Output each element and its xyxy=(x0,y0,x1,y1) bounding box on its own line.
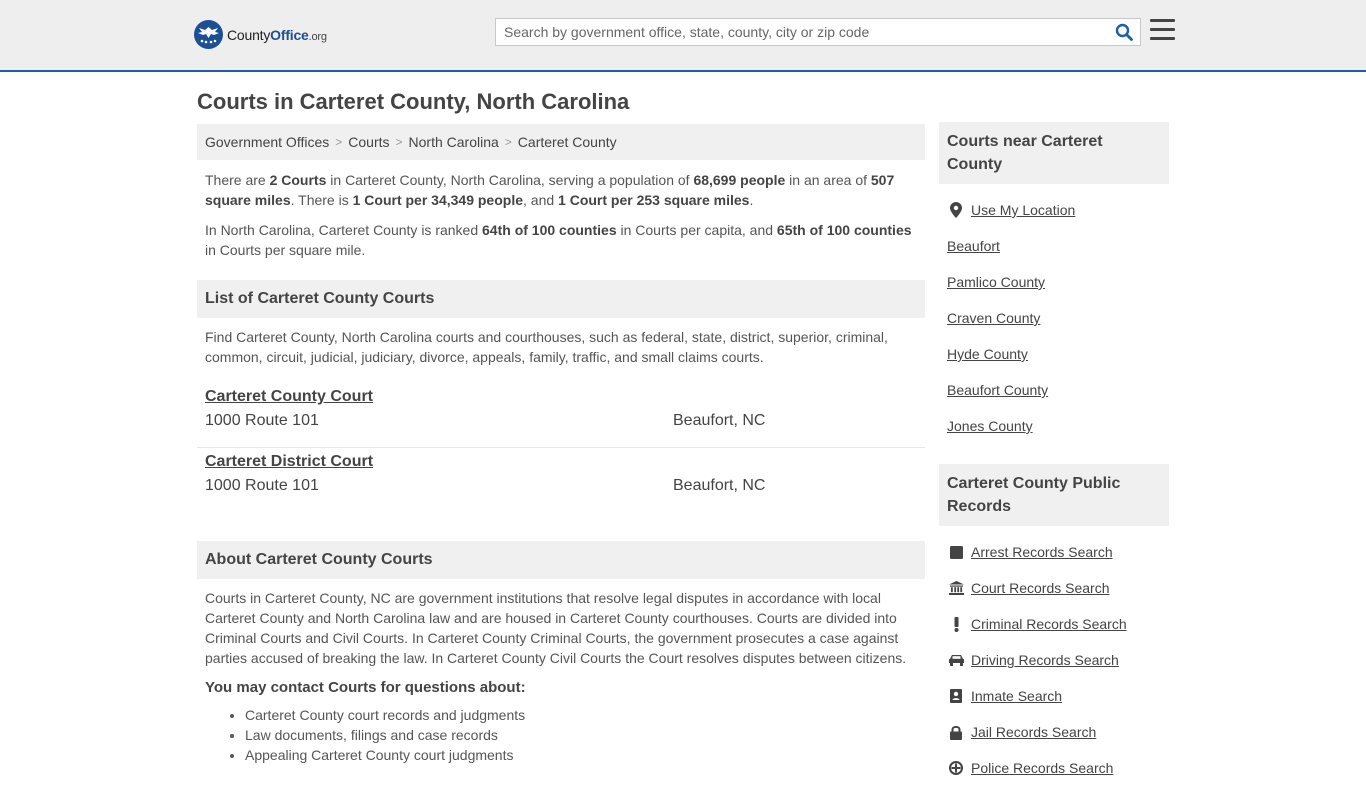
court-list: Carteret County Court 1000 Route 101 Bea… xyxy=(197,383,925,513)
nearby-link[interactable]: Craven County xyxy=(947,310,1040,326)
chevron-right-icon: > xyxy=(335,135,343,149)
nearby-link[interactable]: Beaufort xyxy=(947,238,1000,254)
site-logo[interactable]: CountyOffice.org xyxy=(194,20,327,49)
nearby-courts-title: Courts near Carteret County xyxy=(939,122,1169,184)
chevron-right-icon: > xyxy=(504,135,512,149)
sidebar-item-nearby[interactable]: Hyde County xyxy=(947,336,1161,372)
records-link[interactable]: Inmate Search xyxy=(971,688,1062,704)
list-item: Appealing Carteret County court judgment… xyxy=(245,745,925,765)
sidebar: Courts near Carteret County Use My Locat… xyxy=(939,122,1169,786)
top-bar: CountyOffice.org xyxy=(0,0,1366,72)
about-section-title: About Carteret County Courts xyxy=(197,541,925,579)
square-icon xyxy=(947,544,965,560)
about-text: Courts in Carteret County, NC are govern… xyxy=(205,590,907,666)
sidebar-item-nearby[interactable]: Craven County xyxy=(947,300,1161,336)
sidebar-item-court-records[interactable]: Court Records Search xyxy=(947,570,1161,606)
nearby-courts-list: Use My Location Beaufort Pamlico County … xyxy=(939,192,1169,444)
records-link[interactable]: Arrest Records Search xyxy=(971,544,1113,560)
court-address: 1000 Route 101 xyxy=(205,477,319,494)
chevron-right-icon: > xyxy=(395,135,403,149)
sidebar-item-criminal-records[interactable]: Criminal Records Search xyxy=(947,606,1161,642)
eagle-logo-icon xyxy=(194,20,223,49)
sidebar-item-police-records[interactable]: Police Records Search xyxy=(947,750,1161,786)
records-link[interactable]: Driving Records Search xyxy=(971,652,1119,668)
map-marker-icon xyxy=(947,202,965,218)
records-link[interactable]: Police Records Search xyxy=(971,760,1113,776)
sidebar-item-arrest-records[interactable]: Arrest Records Search xyxy=(947,534,1161,570)
intro-stats: There are 2 Courts in Carteret County, N… xyxy=(205,172,895,208)
logo-text: CountyOffice.org xyxy=(227,26,327,43)
nearby-link[interactable]: Pamlico County xyxy=(947,274,1045,290)
courthouse-icon xyxy=(947,580,965,596)
use-location-link[interactable]: Use My Location xyxy=(971,202,1075,218)
badge-icon xyxy=(947,760,965,776)
sidebar-item-inmate-search[interactable]: Inmate Search xyxy=(947,678,1161,714)
hamburger-menu-button[interactable] xyxy=(1150,19,1175,43)
search-input[interactable] xyxy=(496,19,1108,45)
public-records-title: Carteret County Public Records xyxy=(939,464,1169,526)
court-row: Carteret District Court 1000 Route 101 B… xyxy=(197,448,925,513)
records-link[interactable]: Jail Records Search xyxy=(971,724,1096,740)
court-row: Carteret County Court 1000 Route 101 Bea… xyxy=(197,383,925,448)
court-link[interactable]: Carteret County Court xyxy=(205,388,373,406)
records-link[interactable]: Court Records Search xyxy=(971,580,1110,596)
exclamation-icon xyxy=(947,616,965,632)
list-item: Carteret County court records and judgme… xyxy=(245,705,925,725)
court-address: 1000 Route 101 xyxy=(205,412,319,429)
list-section-title: List of Carteret County Courts xyxy=(197,280,925,318)
public-records-list: Arrest Records Search Court Records Sear… xyxy=(939,534,1169,786)
court-city: Beaufort, NC xyxy=(673,412,766,429)
main-content: Government Offices > Courts > North Caro… xyxy=(197,124,925,765)
sidebar-item-nearby[interactable]: Beaufort County xyxy=(947,372,1161,408)
id-card-icon xyxy=(947,688,965,704)
sidebar-item-nearby[interactable]: Jones County xyxy=(947,408,1161,444)
court-link[interactable]: Carteret District Court xyxy=(205,453,373,471)
contact-list: Carteret County court records and judgme… xyxy=(197,705,925,765)
sidebar-item-nearby[interactable]: Pamlico County xyxy=(947,264,1161,300)
breadcrumb-courts[interactable]: Courts xyxy=(348,134,389,150)
search-icon xyxy=(1115,23,1133,41)
list-item: Law documents, filings and case records xyxy=(245,725,925,745)
breadcrumb: Government Offices > Courts > North Caro… xyxy=(197,124,925,160)
list-description: Find Carteret County, North Carolina cou… xyxy=(205,329,888,365)
sidebar-item-use-location[interactable]: Use My Location xyxy=(947,192,1161,228)
breadcrumb-carteret-county[interactable]: Carteret County xyxy=(518,134,617,150)
sidebar-item-nearby[interactable]: Beaufort xyxy=(947,228,1161,264)
nearby-link[interactable]: Beaufort County xyxy=(947,382,1048,398)
breadcrumb-north-carolina[interactable]: North Carolina xyxy=(409,134,499,150)
search-button[interactable] xyxy=(1108,19,1140,45)
breadcrumb-government-offices[interactable]: Government Offices xyxy=(205,134,329,150)
intro-ranking: In North Carolina, Carteret County is ra… xyxy=(205,222,912,258)
sidebar-item-driving-records[interactable]: Driving Records Search xyxy=(947,642,1161,678)
nearby-link[interactable]: Jones County xyxy=(947,418,1033,434)
car-icon xyxy=(947,652,965,668)
nearby-link[interactable]: Hyde County xyxy=(947,346,1028,362)
court-city: Beaufort, NC xyxy=(673,477,766,494)
sidebar-item-jail-records[interactable]: Jail Records Search xyxy=(947,714,1161,750)
contact-heading: You may contact Courts for questions abo… xyxy=(205,679,526,696)
page-title: Courts in Carteret County, North Carolin… xyxy=(197,89,630,114)
records-link[interactable]: Criminal Records Search xyxy=(971,616,1127,632)
lock-icon xyxy=(947,724,965,740)
search-bar xyxy=(495,18,1141,46)
